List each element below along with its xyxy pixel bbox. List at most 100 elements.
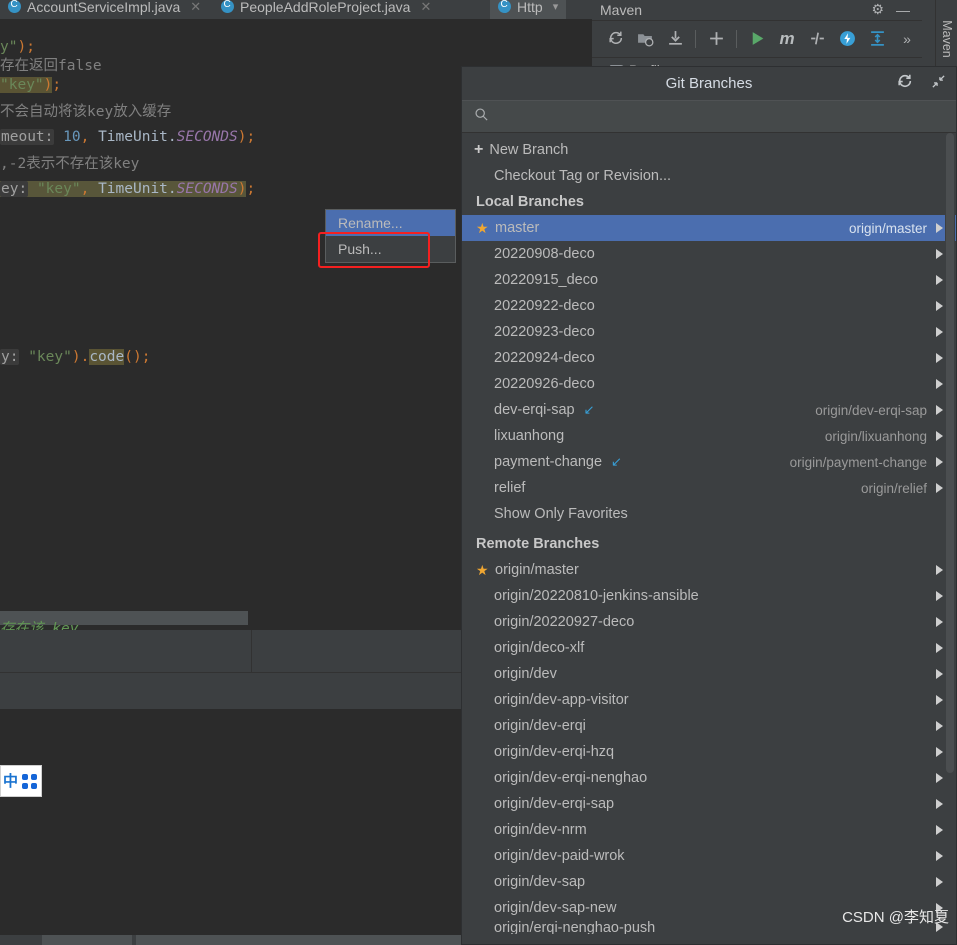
submenu-arrow-icon[interactable] [936, 695, 943, 705]
branch-row-origin-dev-app-visitor[interactable]: origin/dev-app-visitor [462, 687, 956, 713]
branch-row-origin-deco-xlf[interactable]: origin/deco-xlf [462, 635, 956, 661]
branch-row-20220924-deco[interactable]: 20220924-deco [462, 345, 956, 371]
git-branches-popup: Git Branches + New Branch Checkout Tag o… [461, 66, 957, 945]
branch-row-payment-change[interactable]: payment-change ↙ origin/payment-change [462, 449, 956, 475]
section-label: Local Branches [476, 194, 584, 210]
branch-row-origin-dev-erqi-sap[interactable]: origin/dev-erqi-sap [462, 791, 956, 817]
action-show-only-favorites[interactable]: Show Only Favorites [462, 501, 956, 527]
submenu-arrow-icon[interactable] [936, 565, 943, 575]
submenu-arrow-icon[interactable] [936, 747, 943, 757]
branch-name: origin/20220810-jenkins-ansible [494, 588, 699, 604]
action-label: Checkout Tag or Revision... [494, 168, 672, 184]
submenu-arrow-icon[interactable] [936, 591, 943, 601]
editor-tab-http[interactable]: Http ▾ [490, 0, 567, 19]
generate-sources-icon[interactable] [630, 24, 660, 54]
add-maven-project-icon[interactable] [701, 24, 731, 54]
branch-name: 20220924-deco [494, 350, 595, 366]
branch-row-origin-dev-nrm[interactable]: origin/dev-nrm [462, 817, 956, 843]
git-branches-scrollbar[interactable] [945, 133, 955, 923]
branch-row-relief[interactable]: relief origin/relief [462, 475, 956, 501]
branch-row-origin-dev-sap[interactable]: origin/dev-sap [462, 869, 956, 895]
submenu-arrow-icon[interactable] [936, 249, 943, 259]
editor-tab-label: PeopleAddRoleProject.java [240, 0, 411, 15]
submenu-arrow-icon[interactable] [936, 799, 943, 809]
branch-row-20220908-deco[interactable]: 20220908-deco [462, 241, 956, 267]
maven-settings-icon[interactable]: m [772, 24, 802, 54]
submenu-arrow-icon[interactable] [936, 483, 943, 493]
branch-row-origin-dev-erqi-nenghao[interactable]: origin/dev-erqi-nenghao [462, 765, 956, 791]
branch-row-origin-20220927-deco[interactable]: origin/20220927-deco [462, 609, 956, 635]
branch-row-origin-dev[interactable]: origin/dev [462, 661, 956, 687]
execute-maven-goal-icon[interactable] [742, 24, 772, 54]
toggle-skip-tests-icon[interactable] [802, 24, 832, 54]
collapse-icon[interactable] [931, 74, 946, 93]
branch-row-20220926-deco[interactable]: 20220926-deco [462, 371, 956, 397]
branch-name: origin/dev-erqi-nenghao [494, 770, 648, 786]
branch-row-dev-erqi-sap[interactable]: dev-erqi-sap ↙ origin/dev-erqi-sap [462, 397, 956, 423]
scrollbar-thumb[interactable] [946, 133, 954, 773]
close-icon[interactable]: ✕ [420, 0, 431, 15]
branch-row-20220922-deco[interactable]: 20220922-deco [462, 293, 956, 319]
submenu-arrow-icon[interactable] [936, 617, 943, 627]
gear-icon[interactable]: ⚙ [871, 1, 884, 18]
branch-row-origin-dev-paid-wrok[interactable]: origin/dev-paid-wrok [462, 843, 956, 869]
reload-all-maven-projects-icon[interactable] [600, 24, 630, 54]
submenu-arrow-icon[interactable] [936, 773, 943, 783]
submenu-arrow-icon[interactable] [936, 877, 943, 887]
refresh-icon[interactable] [896, 73, 913, 94]
branch-row-lixuanhong[interactable]: lixuanhong origin/lixuanhong [462, 423, 956, 449]
ime-indicator-widget[interactable]: 中 [0, 765, 42, 797]
action-label: New Branch [489, 142, 569, 158]
submenu-arrow-icon[interactable] [936, 223, 943, 233]
branch-row-master[interactable]: ★ master origin/master [462, 215, 956, 241]
submenu-arrow-icon[interactable] [936, 379, 943, 389]
branch-name: origin/dev-paid-wrok [494, 848, 625, 864]
branch-row-20220923-deco[interactable]: 20220923-deco [462, 319, 956, 345]
branch-name: origin/dev-erqi [494, 718, 586, 734]
download-sources-icon[interactable] [660, 24, 690, 54]
more-actions-icon[interactable]: » [892, 24, 922, 54]
submenu-arrow-icon[interactable] [936, 457, 943, 467]
toggle-offline-mode-icon[interactable] [832, 24, 862, 54]
submenu-arrow-icon[interactable] [936, 643, 943, 653]
branch-row-origin-master[interactable]: ★ origin/master [462, 557, 956, 583]
git-branches-search-row[interactable] [462, 100, 956, 133]
maven-title: Maven [600, 1, 643, 18]
action-checkout-tag-or-revision[interactable]: Checkout Tag or Revision... [462, 163, 956, 189]
favorite-star-icon[interactable]: ★ [476, 220, 491, 237]
section-label: Remote Branches [476, 536, 600, 552]
branch-row-origin-20220810-jenkins-ansible[interactable]: origin/20220810-jenkins-ansible [462, 583, 956, 609]
submenu-arrow-icon[interactable] [936, 327, 943, 337]
branch-row-20220915-deco[interactable]: 20220915_deco [462, 267, 956, 293]
search-input[interactable] [497, 107, 901, 126]
close-icon[interactable]: ✕ [190, 0, 201, 15]
branch-name: origin/20220927-deco [494, 614, 635, 630]
editor-tab-people-add-role-project[interactable]: PeopleAddRoleProject.java ✕ [213, 0, 439, 19]
branch-row-origin-dev-erqi[interactable]: origin/dev-erqi [462, 713, 956, 739]
submenu-arrow-icon[interactable] [936, 405, 943, 415]
favorite-star-icon[interactable]: ★ [476, 562, 491, 579]
minimize-icon[interactable]: — [896, 2, 910, 18]
expand-collapse-icon[interactable] [862, 24, 892, 54]
submenu-arrow-icon[interactable] [936, 275, 943, 285]
submenu-arrow-icon[interactable] [936, 825, 943, 835]
action-new-branch[interactable]: + New Branch [462, 137, 956, 163]
ime-mode-icon[interactable]: 中 [3, 774, 18, 789]
branch-name: master [495, 220, 540, 236]
chevron-down-icon[interactable]: ▾ [553, 0, 559, 13]
branch-tracking: origin/master [848, 220, 927, 236]
submenu-arrow-icon[interactable] [936, 353, 943, 363]
branch-name: origin/dev [494, 666, 557, 682]
branch-tracking: origin/payment-change [789, 454, 927, 470]
submenu-arrow-icon[interactable] [936, 301, 943, 311]
editor-tab-account-service-impl[interactable]: AccountServiceImpl.java ✕ [0, 0, 209, 19]
submenu-arrow-icon[interactable] [936, 851, 943, 861]
submenu-arrow-icon[interactable] [936, 431, 943, 441]
maven-window-header: Maven ⚙ — [592, 0, 922, 19]
branch-row-origin-dev-erqi-hzq[interactable]: origin/dev-erqi-hzq [462, 739, 956, 765]
branch-name: 20220926-deco [494, 376, 595, 392]
branch-name: origin/dev-erqi-hzq [494, 744, 615, 760]
submenu-arrow-icon[interactable] [936, 721, 943, 731]
ime-toolbox-icon[interactable] [22, 773, 38, 789]
submenu-arrow-icon[interactable] [936, 669, 943, 679]
